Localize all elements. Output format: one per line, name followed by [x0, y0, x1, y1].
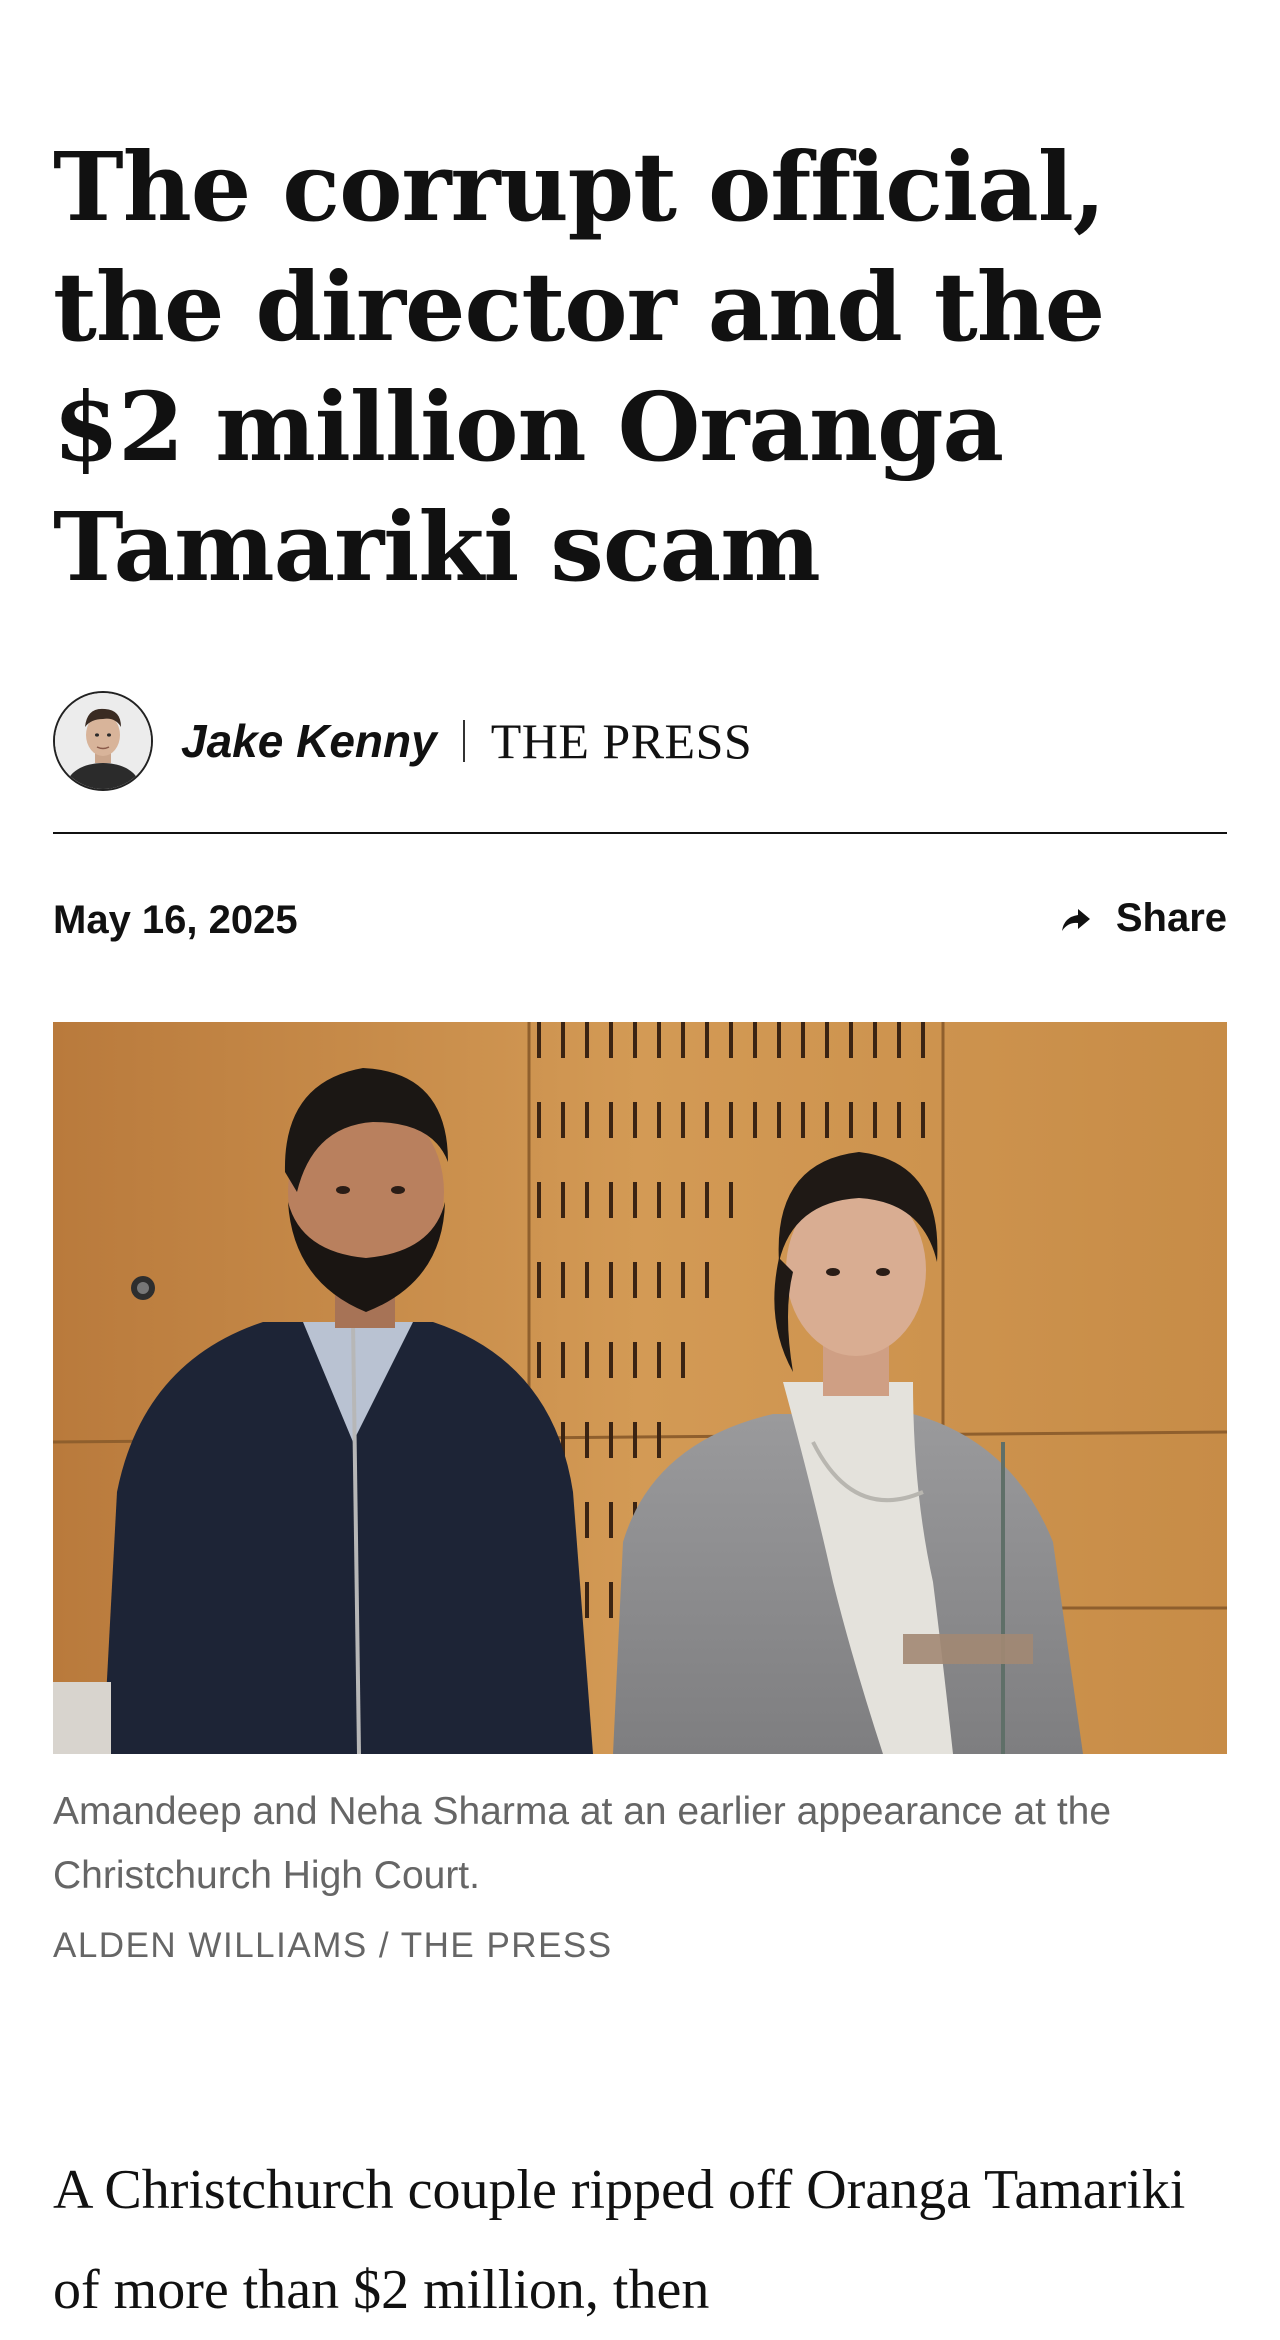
article-headline: The corrupt official, the director and t…: [53, 132, 1106, 603]
article-photo[interactable]: [53, 1022, 1227, 1754]
author-name[interactable]: Jake Kenny: [181, 714, 437, 768]
article-body-paragraph: A Christchurch couple ripped off Oranga …: [53, 2159, 1186, 2321]
photo-caption: Amandeep and Neha Sharma at an earlier a…: [53, 1790, 1112, 1897]
publish-date: May 16, 2025: [53, 898, 298, 942]
avatar-portrait-icon: [55, 693, 151, 789]
byline-divider: [462, 720, 465, 762]
byline-rule: [53, 832, 1227, 834]
share-label: Share: [1115, 896, 1227, 940]
courtroom-photo-image: [53, 1022, 1227, 1754]
publisher-name[interactable]: THE PRESS: [491, 712, 753, 770]
photo-credit: ALDEN WILLIAMS / THE PRESS: [53, 1926, 613, 1965]
share-arrow-icon: [1061, 908, 1090, 931]
share-button[interactable]: Share: [1056, 896, 1227, 941]
author-avatar[interactable]: [53, 691, 153, 791]
byline: Jake Kenny THE PRESS: [53, 688, 1227, 794]
